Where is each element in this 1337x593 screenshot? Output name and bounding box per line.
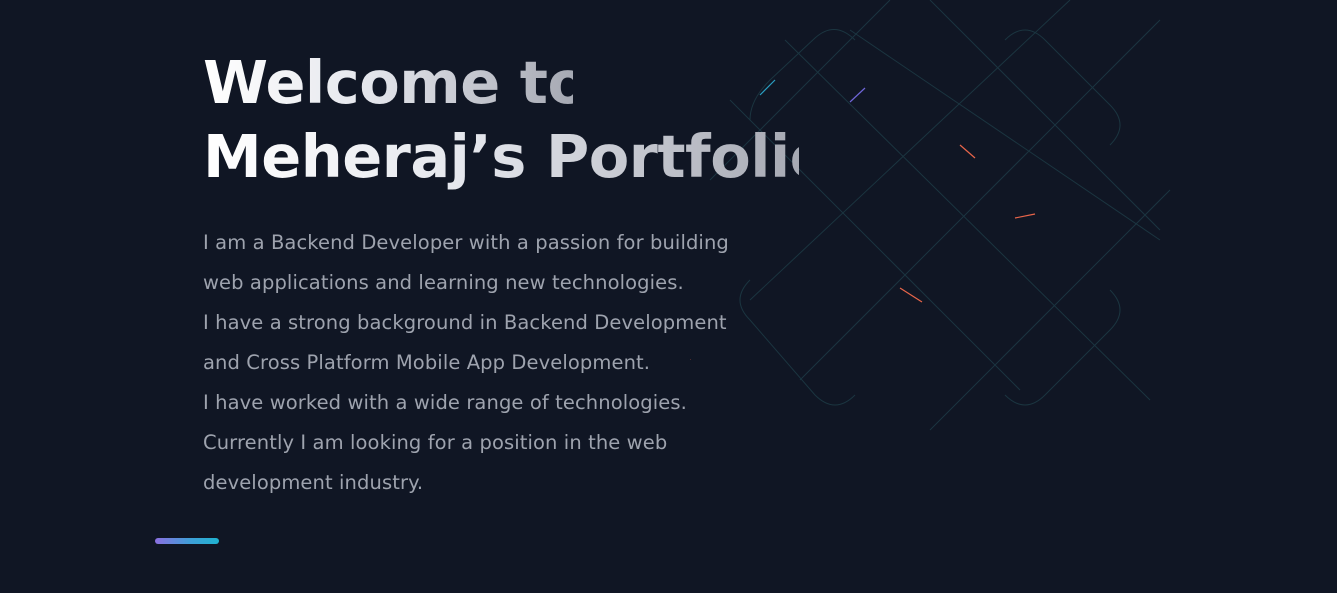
bio-line: I am a Backend Developer with a passion …: [203, 231, 729, 254]
title-line-portfolio: Meheraj’s Portfolio: [203, 120, 830, 194]
bio-line: Currently I am looking for a position in…: [203, 431, 668, 454]
bio-line: I have a strong background in Backend De…: [203, 311, 727, 334]
bio-paragraph: I am a Backend Developer with a passion …: [203, 223, 729, 503]
accent-divider: [155, 538, 219, 544]
hero-section: Welcome to Meheraj’s Portfolio I am a Ba…: [0, 0, 1337, 593]
grid-line: [929, 189, 1171, 431]
title-line-welcome: Welcome to: [203, 46, 588, 120]
page-title: Welcome to Meheraj’s Portfolio: [203, 46, 830, 194]
grid-line: [799, 19, 1161, 381]
bio-line: web applications and learning new techno…: [203, 271, 684, 294]
spark-orange: [1014, 213, 1036, 219]
grid-line: [929, 0, 1161, 231]
spark-violet: [849, 87, 866, 103]
bio-line: development industry.: [203, 471, 424, 494]
grid-line: [784, 39, 1151, 401]
grid-rounded-corner: [1004, 29, 1121, 146]
spark-orange: [959, 144, 976, 159]
grid-rounded-corner: [1004, 289, 1121, 406]
spark-orange: [899, 287, 923, 303]
bio-line: I have worked with a wide range of techn…: [203, 391, 687, 414]
bio-line: and Cross Platform Mobile App Developmen…: [203, 351, 651, 374]
